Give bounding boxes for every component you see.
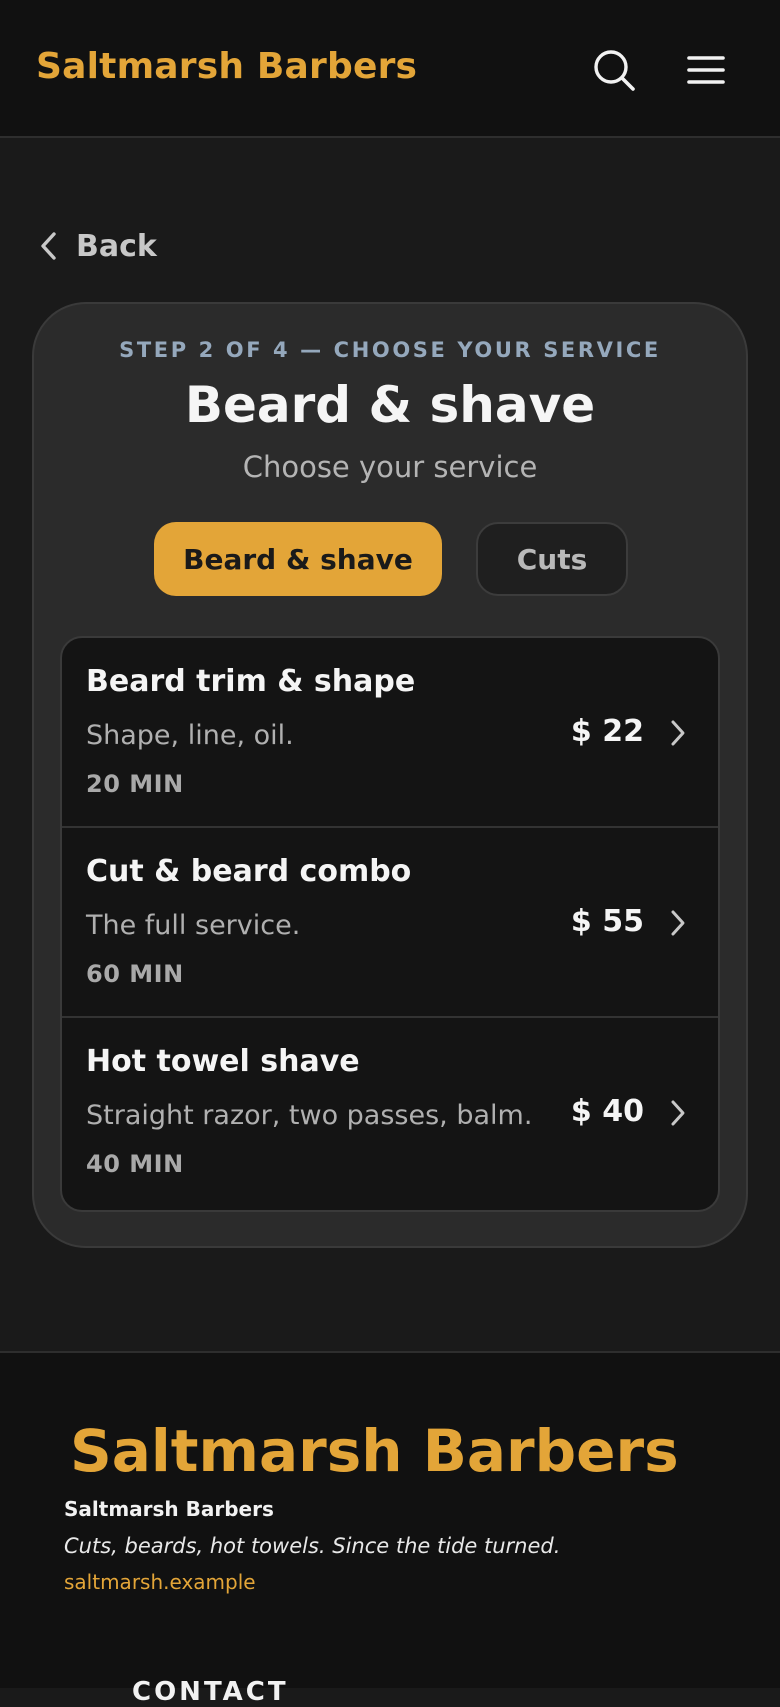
tab-beard-shave[interactable]: Beard & shave	[154, 522, 442, 596]
service-item-cut-beard-combo[interactable]: Cut & beard combo The full service. 60 M…	[62, 828, 718, 1018]
footer-website-link[interactable]: saltmarsh.example	[64, 1570, 256, 1594]
search-icon[interactable]	[592, 48, 636, 92]
back-link[interactable]: Back	[38, 226, 157, 266]
service-name: Beard trim & shape	[86, 664, 416, 699]
chevron-right-icon	[671, 910, 685, 936]
back-label: Back	[76, 228, 157, 264]
page-subtitle: Choose your service	[242, 450, 538, 484]
hamburger-menu-icon[interactable]	[686, 52, 726, 88]
service-duration: 40 MIN	[86, 1150, 184, 1178]
brand-logo-text[interactable]: Saltmarsh Barbers	[36, 46, 417, 87]
footer-contact-heading: CONTACT	[132, 1677, 289, 1707]
site-footer: Saltmarsh Barbers Saltmarsh Barbers Cuts…	[0, 1351, 780, 1707]
service-description: Straight razor, two passes, balm.	[86, 1100, 533, 1131]
service-name: Hot towel shave	[86, 1044, 360, 1079]
site-header: Saltmarsh Barbers	[0, 0, 780, 138]
tab-cuts[interactable]: Cuts	[476, 522, 628, 596]
footer-tagline: Cuts, beards, hot towels. Since the tide…	[64, 1534, 561, 1558]
service-name: Cut & beard combo	[86, 854, 412, 889]
chevron-right-icon	[671, 720, 685, 746]
service-price: $ 22	[570, 714, 644, 749]
service-item-hot-towel-shave[interactable]: Hot towel shave Straight razor, two pass…	[62, 1018, 718, 1208]
service-price: $ 40	[570, 1094, 644, 1129]
service-duration: 60 MIN	[86, 960, 184, 988]
service-duration: 20 MIN	[86, 770, 184, 798]
footer-business-name: Saltmarsh Barbers	[64, 1497, 274, 1521]
step-indicator: STEP 2 OF 4 — CHOOSE YOUR SERVICE	[119, 338, 661, 362]
chevron-right-icon	[671, 1100, 685, 1126]
service-description: The full service.	[86, 910, 301, 941]
service-description: Shape, line, oil.	[86, 720, 294, 751]
service-list: Beard trim & shape Shape, line, oil. 20 …	[60, 636, 720, 1212]
service-item-beard-trim[interactable]: Beard trim & shape Shape, line, oil. 20 …	[62, 638, 718, 828]
chevron-left-icon	[41, 232, 56, 260]
footer-brand: Saltmarsh Barbers	[70, 1417, 679, 1485]
page-title: Beard & shave	[184, 376, 596, 434]
service-price: $ 55	[570, 904, 644, 939]
service-selection-card: STEP 2 OF 4 — CHOOSE YOUR SERVICE Beard …	[32, 302, 748, 1248]
